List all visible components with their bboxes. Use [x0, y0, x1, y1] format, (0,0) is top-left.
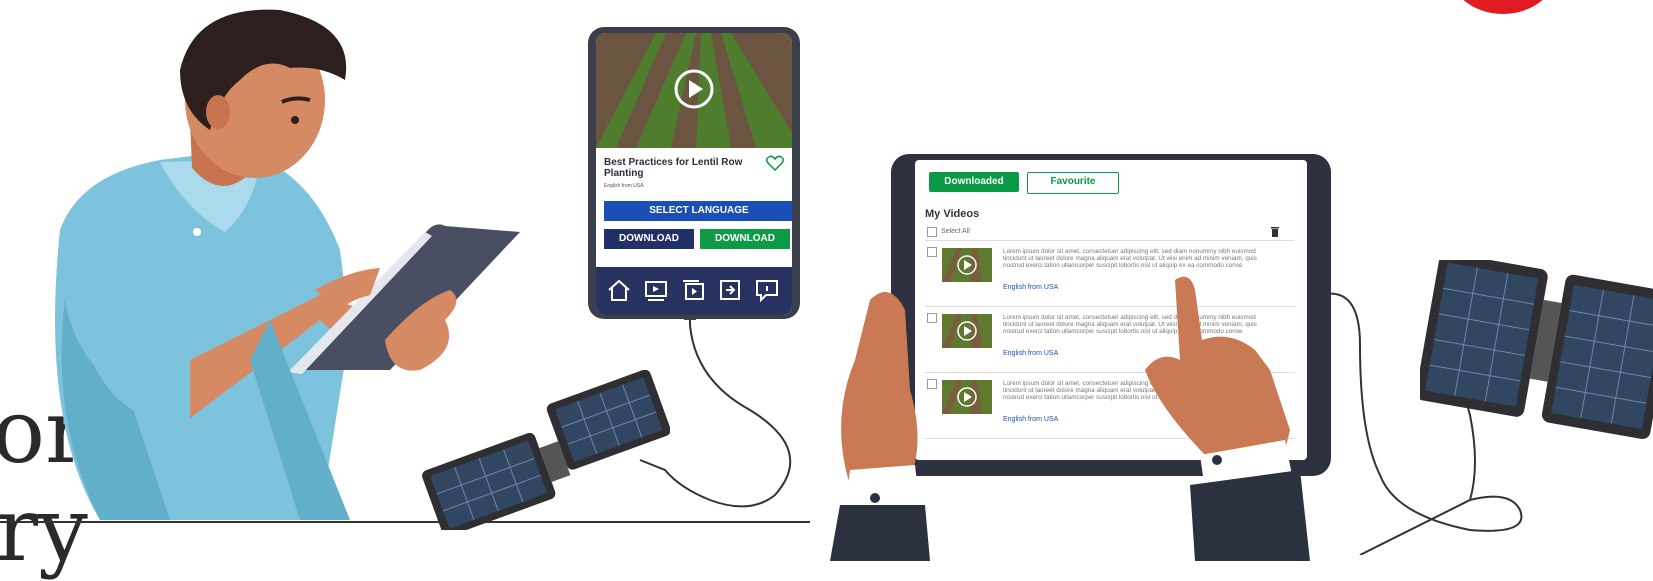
info-chat-icon[interactable]: [754, 277, 780, 303]
playlist-icon[interactable]: [680, 277, 706, 303]
tab-favourite[interactable]: Favourite: [1027, 172, 1119, 194]
video-description: Lorem ipsum dolor sit amet, consectetuer…: [1003, 248, 1257, 269]
download-button-green[interactable]: DOWNLOAD: [700, 229, 790, 249]
row-checkbox[interactable]: [927, 247, 937, 257]
charging-cable: [639, 310, 792, 508]
select-all-checkbox[interactable]: [927, 227, 937, 237]
bottom-navigation: [596, 267, 792, 315]
video-language: English from USA: [604, 183, 644, 189]
home-icon[interactable]: [606, 277, 632, 303]
video-list-icon[interactable]: [643, 277, 669, 303]
divider: [925, 240, 1295, 241]
download-button[interactable]: DOWNLOAD: [604, 229, 694, 249]
hands-holding-tablet-illustration: [830, 276, 1310, 561]
share-icon[interactable]: [717, 277, 743, 303]
tab-downloaded[interactable]: Downloaded: [929, 172, 1019, 192]
trash-icon[interactable]: [1270, 226, 1280, 237]
section-title: My Videos: [925, 208, 980, 220]
solar-panel-charger: [1420, 260, 1653, 440]
video-title: Best Practices for Lentil Row Planting: [604, 157, 743, 179]
video-thumbnail[interactable]: [596, 33, 792, 148]
select-language-button[interactable]: SELECT LANGUAGE: [604, 201, 792, 221]
phone-screen: Best Practices for Lentil Row Planting E…: [596, 33, 792, 315]
heart-icon[interactable]: [766, 155, 784, 171]
red-circle-decoration: [1448, 0, 1558, 14]
select-all-label: Select All: [941, 228, 970, 235]
